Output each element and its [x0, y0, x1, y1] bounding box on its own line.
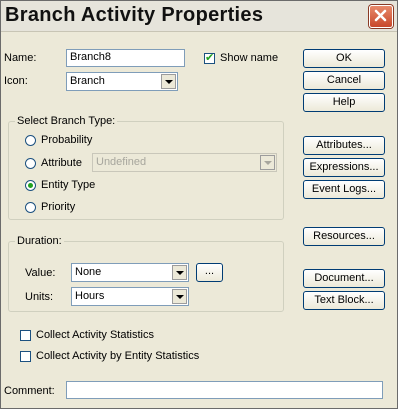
name-label: Name:	[4, 52, 37, 64]
collect-entity-stats-checkbox[interactable]	[20, 351, 31, 362]
comment-label: Comment:	[4, 385, 55, 397]
branch-type-legend: Select Branch Type:	[15, 115, 118, 127]
radio-probability-label: Probability	[41, 134, 93, 146]
attributes-button[interactable]: Attributes...	[303, 136, 385, 155]
radio-entity-type-label: Entity Type	[41, 179, 96, 191]
radio-priority[interactable]	[25, 202, 36, 213]
duration-value-select[interactable]: None	[71, 263, 189, 282]
ok-button[interactable]: OK	[303, 49, 385, 68]
document-button[interactable]: Document...	[303, 269, 385, 288]
radio-probability[interactable]	[25, 135, 36, 146]
radio-entity-type[interactable]	[25, 180, 36, 191]
chevron-down-icon[interactable]	[161, 74, 176, 89]
radio-attribute-label: Attribute	[41, 157, 82, 169]
duration-value-label: Value:	[25, 267, 56, 279]
radio-attribute[interactable]	[25, 158, 36, 169]
collect-entity-stats-label: Collect Activity by Entity Statistics	[36, 350, 200, 362]
attribute-select-value: Undefined	[96, 156, 147, 168]
branch-activity-properties-dialog: Branch Activity Properties Name: Branch8…	[0, 0, 398, 409]
show-name-checkbox[interactable]	[204, 51, 215, 64]
expressions-button[interactable]: Expressions...	[303, 158, 385, 177]
attribute-select: Undefined	[92, 153, 277, 172]
chevron-down-icon[interactable]	[172, 289, 187, 304]
duration-units-select-value: Hours	[75, 290, 105, 302]
radio-priority-label: Priority	[41, 201, 76, 213]
event-logs-button[interactable]: Event Logs...	[303, 180, 385, 199]
cancel-button[interactable]: Cancel	[303, 71, 385, 90]
chevron-down-icon[interactable]	[172, 265, 187, 280]
icon-select-value: Branch	[70, 75, 105, 87]
close-button[interactable]	[369, 5, 393, 28]
text-block-button[interactable]: Text Block...	[303, 291, 385, 310]
duration-browse-button[interactable]: ...	[196, 263, 223, 282]
duration-legend: Duration:	[15, 235, 64, 247]
collect-activity-stats-label: Collect Activity Statistics	[36, 329, 154, 341]
name-input[interactable]: Branch8	[66, 49, 185, 67]
comment-input[interactable]	[66, 381, 383, 399]
chevron-down-icon	[260, 155, 275, 170]
show-name-label: Show name	[220, 52, 279, 64]
duration-value-select-value: None	[75, 266, 102, 278]
duration-units-select[interactable]: Hours	[71, 287, 189, 306]
icon-label: Icon:	[4, 75, 28, 87]
title-bar[interactable]: Branch Activity Properties	[1, 1, 397, 32]
resources-button[interactable]: Resources...	[303, 227, 385, 246]
collect-activity-stats-checkbox[interactable]	[20, 330, 31, 341]
duration-units-label: Units:	[25, 291, 54, 303]
window-title: Branch Activity Properties	[5, 4, 264, 26]
icon-select[interactable]: Branch	[66, 72, 178, 91]
help-button[interactable]: Help	[303, 93, 385, 112]
